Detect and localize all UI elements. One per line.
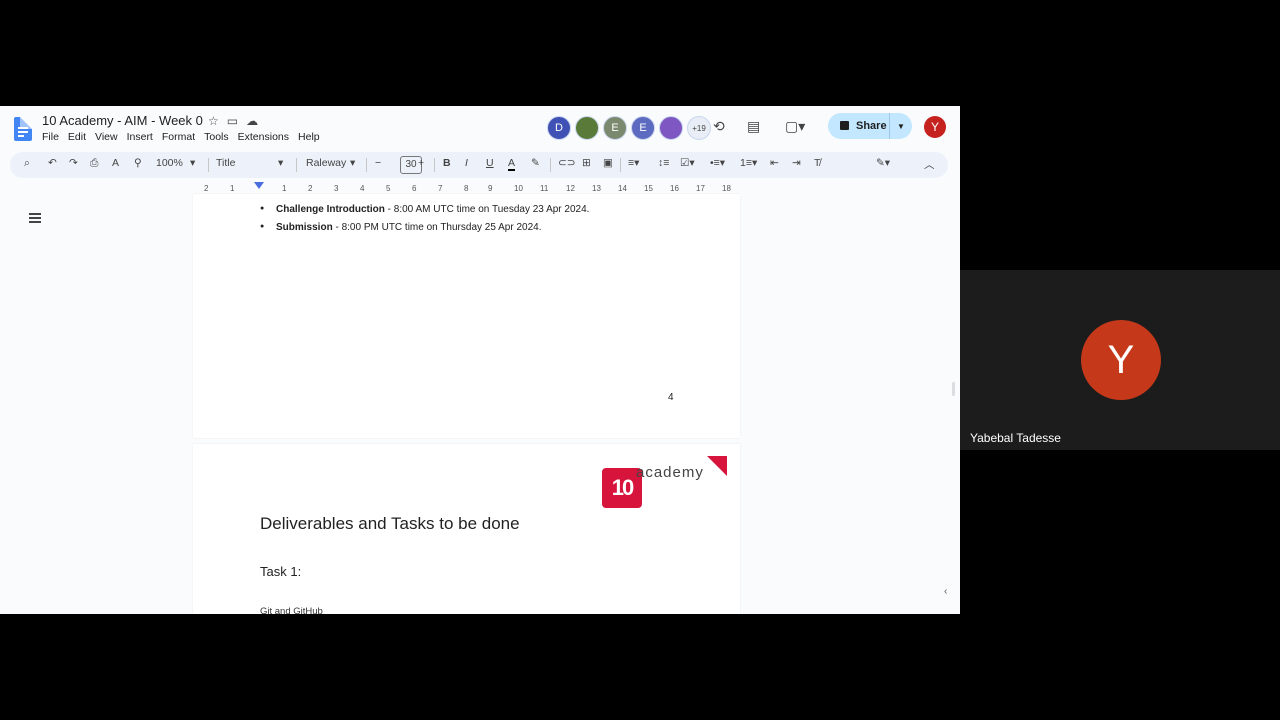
chevron-down-icon: ▾ — [350, 157, 356, 169]
menu-tools[interactable]: Tools — [204, 131, 229, 143]
add-comment-icon[interactable]: ⊞ — [582, 157, 591, 169]
docs-header: 10 Academy - AIM - Week 0 ☆ ▭ ☁ File Edi… — [0, 106, 960, 150]
bulleted-list-icon[interactable]: •≡▾ — [710, 157, 725, 169]
avatar[interactable]: D — [547, 116, 571, 140]
avatar[interactable] — [659, 116, 683, 140]
menu-file[interactable]: File — [42, 131, 59, 143]
menu-view[interactable]: View — [95, 131, 118, 143]
document-page: Challenge Introduction - 8:00 AM UTC tim… — [193, 194, 740, 438]
checklist-icon[interactable]: ☑▾ — [680, 157, 695, 169]
search-icon[interactable]: ⌕ — [24, 157, 30, 170]
link-icon[interactable]: ⊂⊃ — [558, 157, 576, 169]
menu-edit[interactable]: Edit — [68, 131, 86, 143]
participant-tile: Y Yabebal Tadesse — [960, 270, 1280, 450]
decrease-indent-icon[interactable]: ⇤ — [770, 157, 779, 169]
menu-extensions[interactable]: Extensions — [238, 131, 289, 143]
comments-icon[interactable]: ▤ — [747, 118, 760, 135]
profile-avatar[interactable]: Y — [924, 116, 946, 138]
heading: Deliverables and Tasks to be done — [260, 514, 520, 533]
avatar[interactable]: E — [631, 116, 655, 140]
spellcheck-icon[interactable]: A — [112, 157, 119, 169]
document-page: 10 academy Deliverables and Tasks to be … — [193, 444, 740, 614]
highlight-icon[interactable]: ✎ — [531, 157, 540, 169]
more-collaborators-badge[interactable]: +19 — [687, 116, 711, 140]
page-number: 4 — [668, 392, 674, 403]
increase-indent-icon[interactable]: ⇥ — [792, 157, 801, 169]
chevron-down-icon: ▾ — [190, 157, 196, 169]
share-dropdown-icon[interactable]: ▼ — [889, 113, 912, 139]
move-folder-icon[interactable]: ▭ — [227, 114, 238, 128]
chevron-down-icon: ▾ — [278, 157, 284, 169]
menu-insert[interactable]: Insert — [127, 131, 153, 143]
zoom-select[interactable]: 100% — [156, 157, 183, 169]
text-color-icon[interactable]: A — [508, 157, 516, 171]
bold-icon[interactable]: B — [443, 157, 451, 169]
format-toolbar: ⌕ ↶ ↷ ⎙ A ⚲ 100% ▾ Title ▾ Raleway ▾ − 3… — [10, 152, 948, 178]
document-outline-icon[interactable] — [29, 212, 41, 223]
redo-icon[interactable]: ↷ — [69, 157, 78, 169]
academy-logo-text: academy — [636, 464, 704, 481]
paragraph: Git and GitHub — [260, 606, 323, 614]
participant-name: Yabebal Tadesse — [970, 431, 1061, 445]
menu-help[interactable]: Help — [298, 131, 320, 143]
avatar[interactable] — [575, 116, 599, 140]
hide-menus-icon[interactable]: ︿ — [924, 157, 935, 172]
scrollbar[interactable] — [952, 382, 955, 396]
indent-marker[interactable] — [254, 182, 264, 189]
align-icon[interactable]: ≡▾ — [628, 157, 639, 169]
participant-avatar: Y — [1081, 320, 1161, 400]
font-select[interactable]: Raleway — [306, 157, 346, 169]
subheading: Task 1: — [260, 564, 302, 579]
collaborator-avatars: D E E +19 — [547, 116, 711, 140]
list-item: Submission - 8:00 PM UTC time on Thursda… — [260, 222, 541, 233]
underline-icon[interactable]: U — [486, 157, 494, 169]
clear-formatting-icon[interactable]: T̸ — [814, 157, 820, 169]
italic-icon[interactable]: I — [465, 157, 468, 169]
star-icon[interactable]: ☆ — [208, 114, 219, 128]
editing-mode-icon[interactable]: ✎▾ — [876, 157, 890, 169]
lock-icon — [840, 121, 849, 130]
numbered-list-icon[interactable]: 1≡▾ — [740, 157, 757, 169]
increase-font-icon[interactable]: + — [418, 157, 424, 169]
cloud-status-icon[interactable]: ☁ — [246, 114, 258, 128]
google-docs-icon[interactable] — [14, 117, 32, 141]
line-spacing-icon[interactable]: ↕≡ — [658, 157, 669, 169]
list-item: Challenge Introduction - 8:00 AM UTC tim… — [260, 204, 589, 215]
version-history-icon[interactable]: ⟲ — [713, 118, 725, 135]
menu-format[interactable]: Format — [162, 131, 195, 143]
menu-bar: File Edit View Insert Format Tools Exten… — [42, 131, 329, 143]
shared-screen: 10 Academy - AIM - Week 0 ☆ ▭ ☁ File Edi… — [0, 106, 960, 614]
print-icon[interactable]: ⎙ — [90, 157, 98, 170]
undo-icon[interactable]: ↶ — [48, 157, 57, 169]
decrease-font-icon[interactable]: − — [375, 157, 381, 169]
side-panel-toggle-icon[interactable]: ‹ — [944, 586, 947, 597]
insert-image-icon[interactable]: ▣ — [603, 157, 613, 169]
style-select[interactable]: Title — [216, 157, 235, 169]
meet-icon[interactable]: ▢▾ — [785, 118, 805, 135]
avatar[interactable]: E — [603, 116, 627, 140]
document-title[interactable]: 10 Academy - AIM - Week 0 — [42, 113, 203, 128]
logo-corner — [707, 456, 727, 476]
paint-format-icon[interactable]: ⚲ — [134, 157, 142, 169]
share-button[interactable]: Share ▼ — [828, 113, 912, 139]
